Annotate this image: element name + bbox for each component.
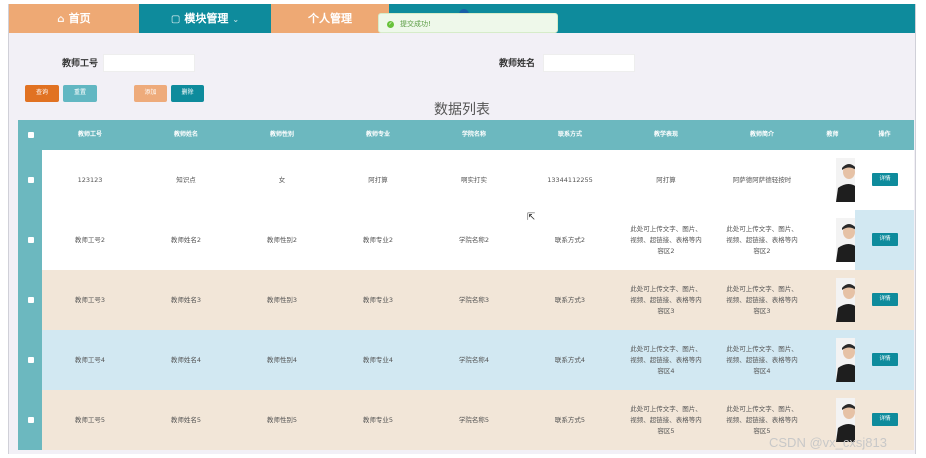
teacher-name-input[interactable] [543, 54, 635, 72]
action-cell: 详情 [855, 330, 914, 390]
teacher-id-input[interactable] [103, 54, 195, 72]
row-check-column [18, 210, 42, 270]
table-row: 教师工号3 教师姓名3 教师性别3 教师专业3 学院名称3 联系方式3 此处可上传文字、图片… [18, 270, 914, 330]
contact-cell: 13344112255 [547, 175, 593, 184]
nav-personal-label: 个人管理 [308, 12, 352, 25]
teacher-name-cell: 知识点 [176, 175, 196, 184]
contact-cell: 联系方式2 [554, 235, 586, 244]
row-check-column [18, 330, 42, 390]
teaching-performance-cell: 此处可上传文字、图片、视频、超链接、表格等内容区5 [630, 404, 702, 435]
detail-button[interactable]: 详情 [872, 173, 898, 186]
teacher-major-cell: 教师专业5 [362, 415, 394, 424]
select-all-checkbox[interactable] [28, 132, 34, 138]
teacher-id-cell: 123123 [77, 175, 103, 184]
table-row: 教师工号4 教师姓名4 教师性别4 教师专业4 学院名称4 联系方式4 此处可上传文字、图片… [18, 330, 914, 390]
column-header: 教师专业 [365, 131, 390, 138]
toast-text: 提交成功! [400, 20, 431, 28]
data-table: 教师工号 教师姓名 教师性别 教师专业 学院名称 联系方式 教学表现 教师简介 教师 操作 123… [18, 120, 914, 454]
teacher-name-cell: 教师姓名3 [170, 295, 202, 304]
column-header: 教师工号 [77, 131, 102, 138]
column-header: 教师简介 [749, 131, 774, 138]
teacher-gender-cell: 教师性别2 [266, 235, 298, 244]
college-name-cell: 学院名称2 [458, 235, 490, 244]
college-name-cell: 学院名称3 [458, 295, 490, 304]
nav-home-label: 首页 [68, 12, 91, 25]
app-frame: ⌂ 首页 ▢ 模块管理 ⌄ 个人管理 ✓ 提交成功! 教师工号 教师姓名 查询 重置 添… [8, 4, 916, 454]
row-checkbox[interactable] [28, 237, 34, 243]
detail-button[interactable]: 详情 [872, 353, 898, 366]
table-header: 教师工号 教师姓名 教师性别 教师专业 学院名称 联系方式 教学表现 教师简介 教师 操作 [18, 120, 914, 150]
column-header: 联系方式 [557, 131, 582, 138]
list-title: 数据列表 [434, 102, 490, 118]
teacher-intro-cell: 此处可上传文字、图片、视频、超链接、表格等内容区3 [726, 284, 798, 315]
row-checkbox[interactable] [28, 357, 34, 363]
teacher-id-cell: 教师工号3 [74, 295, 106, 304]
teacher-major-cell: 教师专业3 [362, 295, 394, 304]
table-row: 教师工号2 教师姓名2 教师性别2 教师专业2 学院名称2 联系方式2 此处可上传文字、图片… [18, 210, 914, 270]
teacher-name-cell: 教师姓名5 [170, 415, 202, 424]
teacher-id-label: 教师工号 [62, 59, 99, 69]
column-header: 教学表现 [653, 131, 678, 138]
row-checkbox[interactable] [28, 417, 34, 423]
teaching-performance-cell: 此处可上传文字、图片、视频、超链接、表格等内容区2 [630, 224, 702, 255]
chevron-down-icon: ⌄ [232, 15, 240, 24]
nav-home[interactable]: ⌂ 首页 [9, 4, 139, 33]
teacher-name-cell: 教师姓名2 [170, 235, 202, 244]
college-name-cell: 学院名称4 [458, 355, 490, 364]
check-icon: ✓ [387, 20, 394, 28]
detail-button[interactable]: 详情 [872, 293, 898, 306]
detail-button[interactable]: 详情 [872, 233, 898, 246]
contact-cell: 联系方式5 [554, 415, 586, 424]
teacher-intro-cell: 此处可上传文字、图片、视频、超链接、表格等内容区2 [726, 224, 798, 255]
column-header: 学院名称 [461, 131, 486, 138]
home-icon: ⌂ [57, 14, 65, 25]
table-row: 123123 知识点 女 阿打算 啊实打实 13344112255 阿打算 阿萨德阿萨德轻按时… [18, 150, 914, 210]
action-cell: 详情 [855, 150, 914, 210]
teacher-gender-cell: 教师性别3 [266, 295, 298, 304]
teacher-name-cell: 教师姓名4 [170, 355, 202, 364]
column-header: 操作 [878, 131, 891, 138]
module-icon: ▢ [170, 14, 181, 25]
header-check-column [18, 120, 42, 150]
nav-module-label: 模块管理 [184, 12, 229, 25]
teacher-gender-cell: 教师性别5 [266, 415, 298, 424]
college-name-cell: 啊实打实 [461, 175, 487, 184]
teaching-performance-cell: 此处可上传文字、图片、视频、超链接、表格等内容区3 [630, 284, 702, 315]
teacher-name-label: 教师姓名 [499, 59, 536, 69]
teacher-intro-cell: 此处可上传文字、图片、视频、超链接、表格等内容区4 [726, 344, 798, 375]
teacher-major-cell: 教师专业4 [362, 355, 394, 364]
action-cell: 详情 [855, 270, 914, 330]
contact-cell: 联系方式4 [554, 355, 586, 364]
teaching-performance-cell: 此处可上传文字、图片、视频、超链接、表格等内容区4 [630, 344, 702, 375]
row-checkbox[interactable] [28, 177, 34, 183]
teacher-major-cell: 阿打算 [368, 175, 388, 184]
row-check-column [18, 150, 42, 210]
column-header: 教师性别 [269, 131, 294, 138]
teacher-gender-cell: 女 [278, 175, 286, 184]
column-header: 教师 [826, 131, 839, 138]
teaching-performance-cell: 阿打算 [656, 175, 676, 184]
action-cell: 详情 [855, 210, 914, 270]
success-toast: ✓ 提交成功! [378, 13, 558, 33]
nav-personal-management[interactable]: 个人管理 [271, 4, 389, 33]
teacher-id-cell: 教师工号5 [74, 415, 106, 424]
teacher-major-cell: 教师专业2 [362, 235, 394, 244]
teacher-id-cell: 教师工号2 [74, 235, 106, 244]
row-check-column [18, 390, 42, 450]
college-name-cell: 学院名称5 [458, 415, 490, 424]
teacher-intro-cell: 阿萨德阿萨德轻按时 [732, 175, 792, 184]
teacher-id-cell: 教师工号4 [74, 355, 106, 364]
row-checkbox[interactable] [28, 297, 34, 303]
mouse-cursor-icon: ⇱ [527, 212, 536, 223]
row-check-column [18, 270, 42, 330]
detail-button[interactable]: 详情 [872, 413, 898, 426]
contact-cell: 联系方式3 [554, 295, 586, 304]
watermark: CSDN @vx_cxsj813 [769, 435, 887, 450]
nav-module-management[interactable]: ▢ 模块管理 ⌄ [139, 4, 271, 33]
column-header: 教师姓名 [173, 131, 198, 138]
teacher-gender-cell: 教师性别4 [266, 355, 298, 364]
